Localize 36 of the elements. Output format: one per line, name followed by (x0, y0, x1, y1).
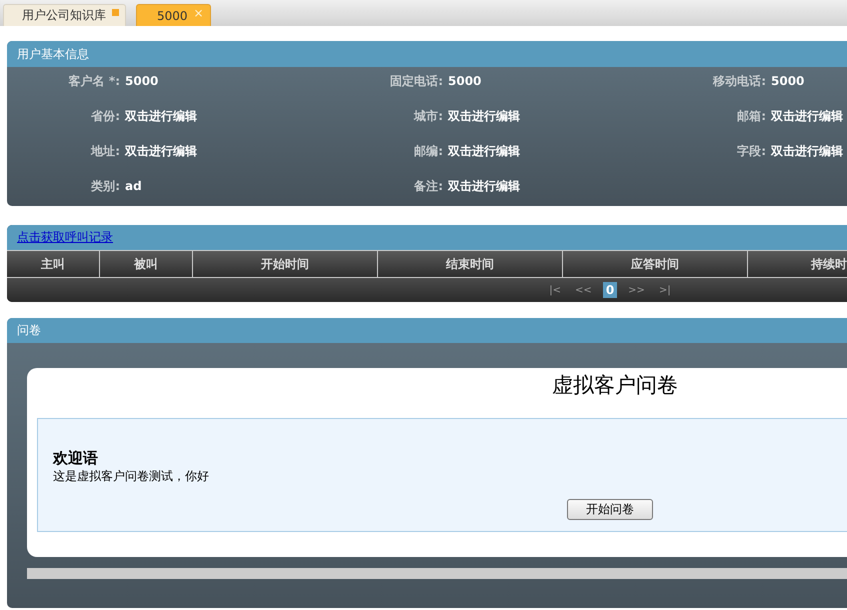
start-survey-button[interactable]: 开始问卷 (567, 499, 653, 520)
field-label: 类别: (90, 179, 120, 193)
welcome-title: 欢迎语 (53, 449, 99, 468)
field-value[interactable]: 双击进行编辑 (771, 109, 847, 123)
call-records-link[interactable]: 点击获取呼叫记录 (17, 229, 113, 246)
field-value[interactable]: 双击进行编辑 (448, 109, 648, 123)
welcome-text: 这是虚拟客户问卷测试，你好 (53, 468, 210, 485)
field-value[interactable]: 5000 (125, 74, 325, 88)
field-value[interactable]: ad (125, 179, 325, 193)
field-label: 邮箱: (736, 109, 766, 123)
page-button[interactable]: |< (546, 284, 564, 296)
field-value[interactable]: 双击进行编辑 (448, 144, 648, 158)
field-value[interactable]: 5000 (448, 74, 648, 88)
field-label: 邮编: (413, 144, 443, 158)
field-value[interactable]: 双击进行编辑 (771, 144, 847, 158)
page-button[interactable]: >> (625, 284, 648, 296)
tab[interactable]: 5000 (157, 8, 188, 22)
field-label: 地址: (90, 144, 120, 158)
page-button[interactable]: << (572, 284, 595, 296)
panel-title: 问卷 (7, 318, 847, 343)
field-label: 备注: (413, 179, 443, 193)
field-label: 固定电话: (389, 74, 443, 88)
field-value[interactable]: 5000 (771, 74, 847, 88)
field-label: 客户名 *: (68, 74, 120, 88)
column-header: 持续时 (810, 256, 847, 272)
square-icon (112, 9, 119, 16)
survey-title: 虚拟客户问卷 (551, 372, 679, 399)
field-value[interactable]: 双击进行编辑 (448, 179, 648, 193)
field-label: 移动电话: (712, 74, 766, 88)
field-label: 省份: (90, 109, 120, 123)
page-button[interactable]: >| (656, 284, 674, 296)
panel-title: 用户基本信息 (7, 41, 847, 67)
field-value[interactable]: 双击进行编辑 (125, 109, 325, 123)
field-label: 城市: (412, 109, 443, 123)
field-label: 字段: (736, 144, 766, 158)
field-value[interactable]: 双击进行编辑 (125, 144, 325, 158)
